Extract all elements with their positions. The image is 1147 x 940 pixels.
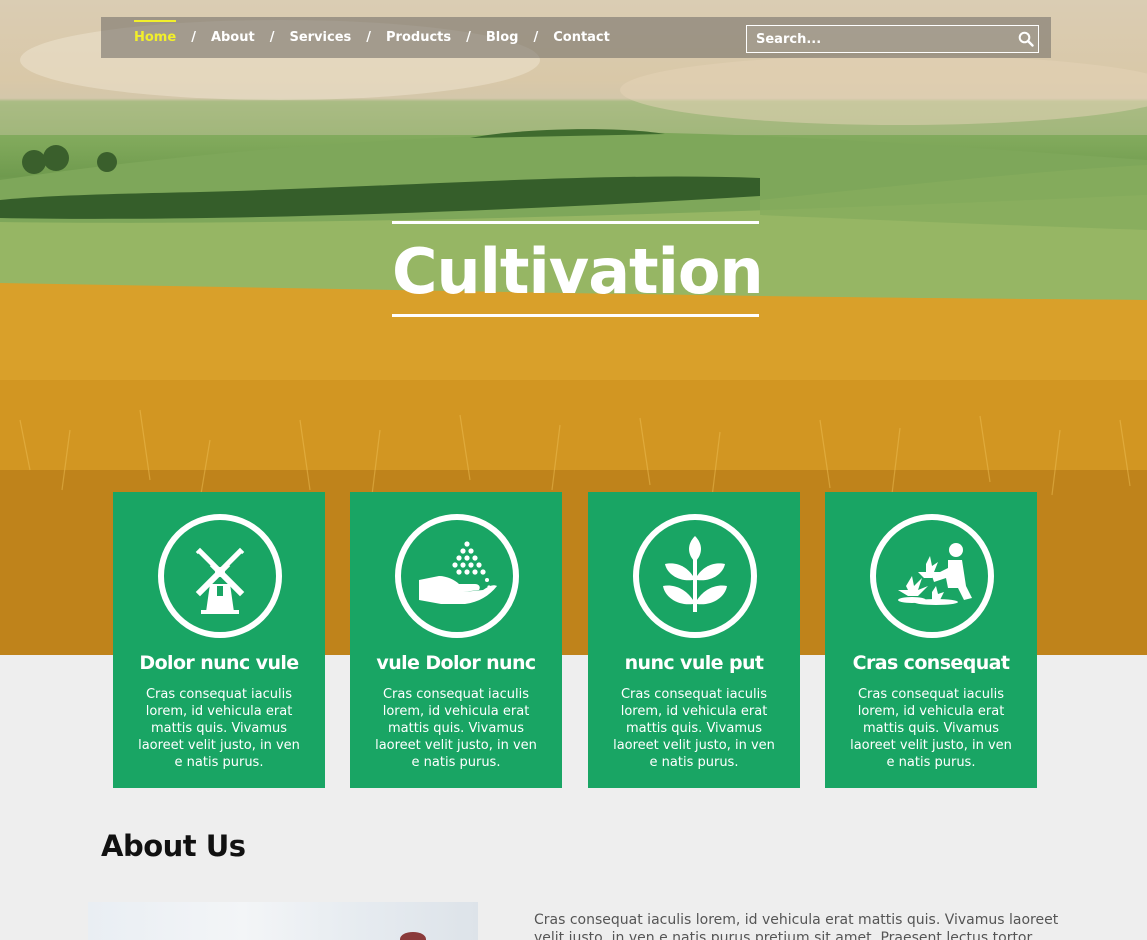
nav-contact-link[interactable]: Contact: [553, 30, 610, 45]
card-text: Cras consequat iaculis lorem, id vehicul…: [375, 687, 537, 770]
plant-sprout-icon: [663, 536, 727, 612]
about-text: Cras consequat iaculis lorem, id vehicul…: [534, 912, 1059, 940]
navigation-bar: Home / About / Services / Products / Blo…: [101, 17, 1051, 58]
nav-separator: /: [466, 30, 471, 45]
nav-links: Home / About / Services / Products / Blo…: [134, 17, 610, 58]
service-card[interactable]: nunc vule put Cras consequat iaculis lor…: [588, 492, 800, 788]
service-card[interactable]: Dolor nunc vule Cras consequat iaculis l…: [113, 492, 325, 788]
about-image-detail: [400, 932, 426, 940]
service-card[interactable]: vule Dolor nunc Cras consequat iaculis l…: [350, 492, 562, 788]
hero-title-frame: Cultivation: [392, 221, 764, 317]
search-icon[interactable]: [1018, 31, 1034, 47]
nav-separator: /: [269, 30, 275, 45]
card-icon-circle: [870, 514, 994, 638]
nav-separator: /: [191, 30, 196, 45]
card-text: Cras consequat iaculis lorem, id vehicul…: [613, 687, 775, 770]
nav-products-link[interactable]: Products: [386, 30, 451, 45]
gardener-icon: [898, 543, 972, 605]
card-icon-circle: [633, 514, 757, 638]
search-box: [746, 25, 1039, 53]
nav-separator: /: [366, 30, 372, 45]
service-card[interactable]: Cras consequat Cras consequat iaculis lo…: [825, 492, 1037, 788]
card-text: Cras consequat iaculis lorem, id vehicul…: [850, 687, 1012, 770]
nav-blog-link[interactable]: Blog: [486, 30, 519, 45]
card-title: nunc vule put: [624, 652, 764, 674]
card-icon-circle: [158, 514, 282, 638]
card-text: Cras consequat iaculis lorem, id vehicul…: [138, 687, 300, 770]
card-title: vule Dolor nunc: [376, 652, 536, 674]
hand-seeds-icon: [419, 541, 497, 604]
about-image: [88, 902, 478, 940]
nav-about-link[interactable]: About: [211, 30, 255, 45]
search-input[interactable]: [747, 26, 1007, 52]
hero-title: Cultivation: [392, 235, 764, 308]
nav-separator: /: [533, 30, 539, 45]
about-heading: About Us: [101, 829, 246, 863]
card-icon-circle: [395, 514, 519, 638]
nav-services-link[interactable]: Services: [289, 30, 351, 45]
nav-home-link[interactable]: Home: [134, 20, 177, 45]
card-title: Cras consequat: [852, 652, 1010, 674]
windmill-icon: [195, 547, 245, 614]
card-title: Dolor nunc vule: [139, 652, 299, 674]
